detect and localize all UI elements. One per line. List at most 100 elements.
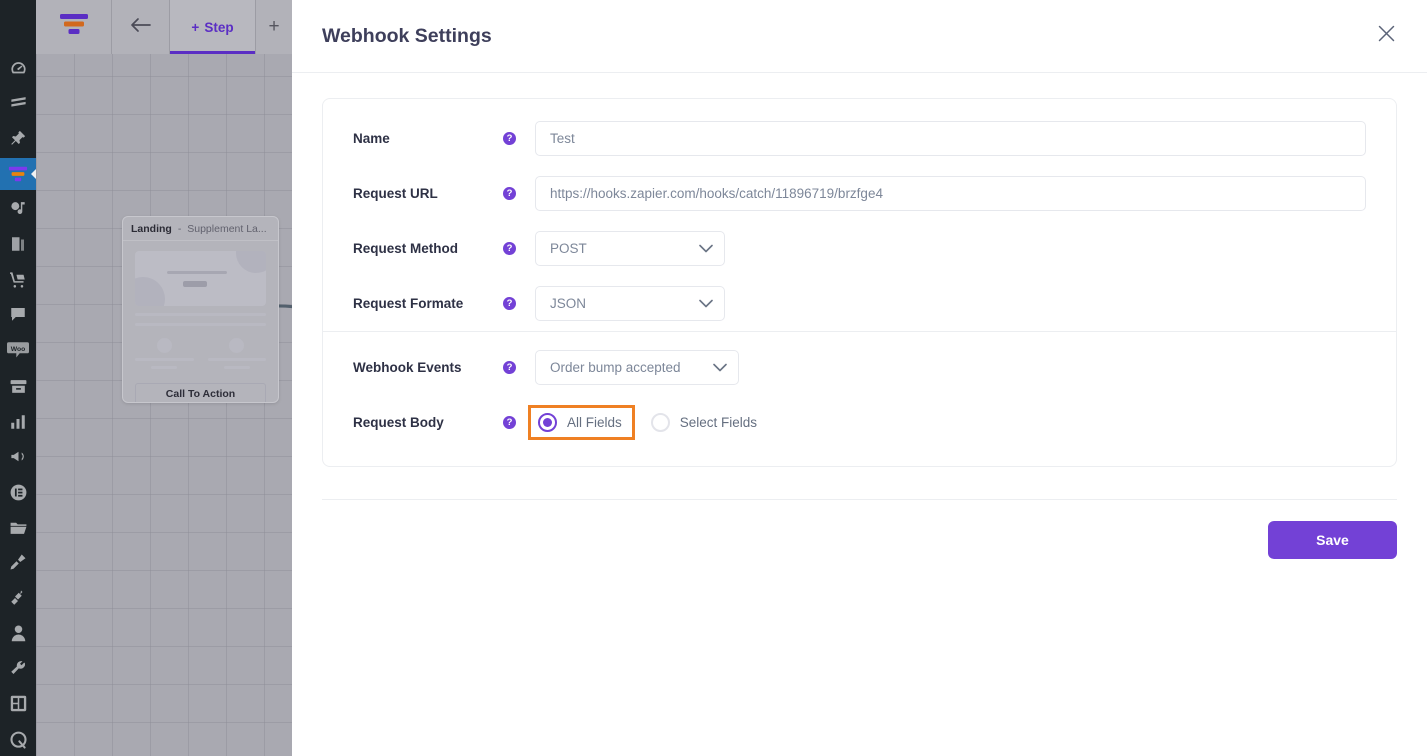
brush-icon [9, 553, 27, 571]
wp-admin-sidebar: Woo [0, 0, 37, 756]
form-row-request-method: Request Method ? POST [353, 231, 1366, 266]
chevron-down-icon [699, 244, 713, 253]
wrench-icon [9, 659, 27, 677]
sidebar-item-quform[interactable] [0, 724, 36, 756]
webhook-settings-modal: Webhook Settings Name ? Test Request URL [292, 0, 1427, 756]
name-input[interactable]: Test [535, 121, 1366, 156]
request-body-radio-group: All Fields Select Fields [528, 405, 758, 440]
sidebar-item-folders[interactable] [0, 511, 36, 543]
chevron-down-icon [713, 363, 727, 372]
label-request-url: Request URL [353, 186, 438, 201]
media-icon [9, 199, 28, 218]
sidebar-item-woocommerce[interactable]: Woo [0, 334, 36, 366]
pin-icon [9, 129, 27, 147]
sidebar-item-plugins[interactable] [0, 582, 36, 614]
cart-icon [8, 270, 28, 289]
funnel-logo-button[interactable] [36, 0, 112, 54]
label-request-method: Request Method [353, 241, 459, 256]
label-request-formate: Request Formate [353, 296, 464, 311]
preview-cta-button: Call To Action [135, 383, 266, 402]
label-request-body: Request Body [353, 415, 444, 430]
request-method-select[interactable]: POST [535, 231, 725, 266]
gauge-icon [9, 59, 28, 78]
form-row-request-url: Request URL ? https://hooks.zapier.com/h… [353, 176, 1366, 211]
radio-select-fields-label: Select Fields [679, 415, 758, 430]
form-row-webhook-events: Webhook Events ? Order bump accepted [353, 350, 1366, 385]
active-tab-indicator [170, 51, 255, 54]
radio-all-fields[interactable]: All Fields [528, 405, 635, 440]
page-title: Webhook Settings [322, 24, 492, 47]
funnel-icon [7, 164, 29, 184]
svg-text:Woo: Woo [11, 346, 25, 353]
webhook-events-value: Order bump accepted [550, 360, 681, 375]
sidebar-item-settings-grid[interactable] [0, 687, 36, 719]
sidebar-item-pins[interactable] [0, 122, 36, 154]
request-url-input[interactable]: https://hooks.zapier.com/hooks/catch/118… [535, 176, 1366, 211]
elementor-icon [9, 483, 28, 502]
request-formate-select[interactable]: JSON [535, 286, 725, 321]
user-icon [10, 624, 27, 642]
stack-icon [9, 94, 28, 113]
comment-icon [9, 305, 27, 323]
funnel-canvas[interactable]: Landing - Supplement La... Call To Actio… [36, 0, 334, 756]
archive-icon [9, 378, 28, 395]
sidebar-item-dashboard[interactable] [0, 52, 36, 84]
funnel-logo-icon [57, 12, 91, 43]
folder-icon [9, 519, 28, 536]
modal-footer: Save [322, 500, 1397, 559]
plus-icon: + [191, 19, 200, 35]
chevron-down-icon [699, 299, 713, 308]
form-row-request-formate: Request Formate ? JSON [353, 286, 1366, 321]
sidebar-item-comments[interactable] [0, 298, 36, 330]
sidebar-item-funnel-builder[interactable] [0, 157, 37, 190]
sidebar-item-pages[interactable] [0, 228, 36, 260]
app-root: Woo Landing - Supplement La... Call To A… [0, 0, 1427, 756]
modal-body: Name ? Test Request URL ? https://hooks.… [292, 73, 1427, 559]
close-icon [1378, 25, 1395, 47]
close-button[interactable] [1373, 23, 1399, 49]
step-card-name: - Supplement La... [177, 222, 267, 235]
help-icon[interactable]: ? [503, 242, 516, 255]
preview-line [135, 323, 266, 326]
webhook-form-card: Name ? Test Request URL ? https://hooks.… [322, 98, 1397, 467]
modal-header: Webhook Settings [292, 0, 1427, 73]
sidebar-item-funnels-list[interactable] [0, 87, 36, 119]
radio-off-icon [650, 413, 670, 432]
step-card-header: Landing - Supplement La... [123, 217, 278, 241]
sidebar-item-cart[interactable] [0, 263, 36, 295]
preview-columns [135, 338, 266, 369]
q-icon [8, 730, 29, 751]
back-button[interactable] [112, 0, 170, 54]
save-button[interactable]: Save [1268, 521, 1397, 559]
help-icon[interactable]: ? [503, 416, 516, 429]
tab-add-step-label: Step [204, 19, 234, 35]
help-icon[interactable]: ? [503, 297, 516, 310]
step-card-type: Landing [131, 222, 172, 235]
help-icon[interactable]: ? [503, 132, 516, 145]
help-icon[interactable]: ? [503, 361, 516, 374]
sidebar-item-users[interactable] [0, 617, 36, 649]
sidebar-item-elementor[interactable] [0, 476, 36, 508]
preview-icon-placeholder [156, 338, 172, 353]
label-name: Name [353, 131, 390, 146]
preview-hero [135, 251, 266, 306]
step-card-preview: Call To Action [123, 241, 278, 402]
help-icon[interactable]: ? [503, 187, 516, 200]
tab-add-step[interactable]: + Step [170, 0, 256, 54]
sidebar-item-media[interactable] [0, 193, 36, 225]
sidebar-item-analytics[interactable] [0, 406, 36, 438]
preview-icon-placeholder [229, 338, 245, 353]
sidebar-item-tools[interactable] [0, 652, 36, 684]
funnel-step-card[interactable]: Landing - Supplement La... Call To Actio… [122, 216, 279, 403]
radio-all-fields-label: All Fields [567, 415, 622, 430]
form-section-basic: Name ? Test Request URL ? https://hooks.… [323, 99, 1396, 331]
webhook-events-select[interactable]: Order bump accepted [535, 350, 739, 385]
sidebar-item-appearance[interactable] [0, 546, 36, 578]
radio-select-fields[interactable]: Select Fields [650, 413, 758, 432]
plug-icon [9, 589, 27, 607]
sidebar-item-archive[interactable] [0, 370, 36, 402]
sidebar-item-marketing[interactable] [0, 441, 36, 473]
form-row-request-body: Request Body ? All Fields Select Fields [353, 405, 1366, 440]
add-button[interactable]: + [256, 0, 292, 54]
megaphone-icon [9, 447, 28, 466]
